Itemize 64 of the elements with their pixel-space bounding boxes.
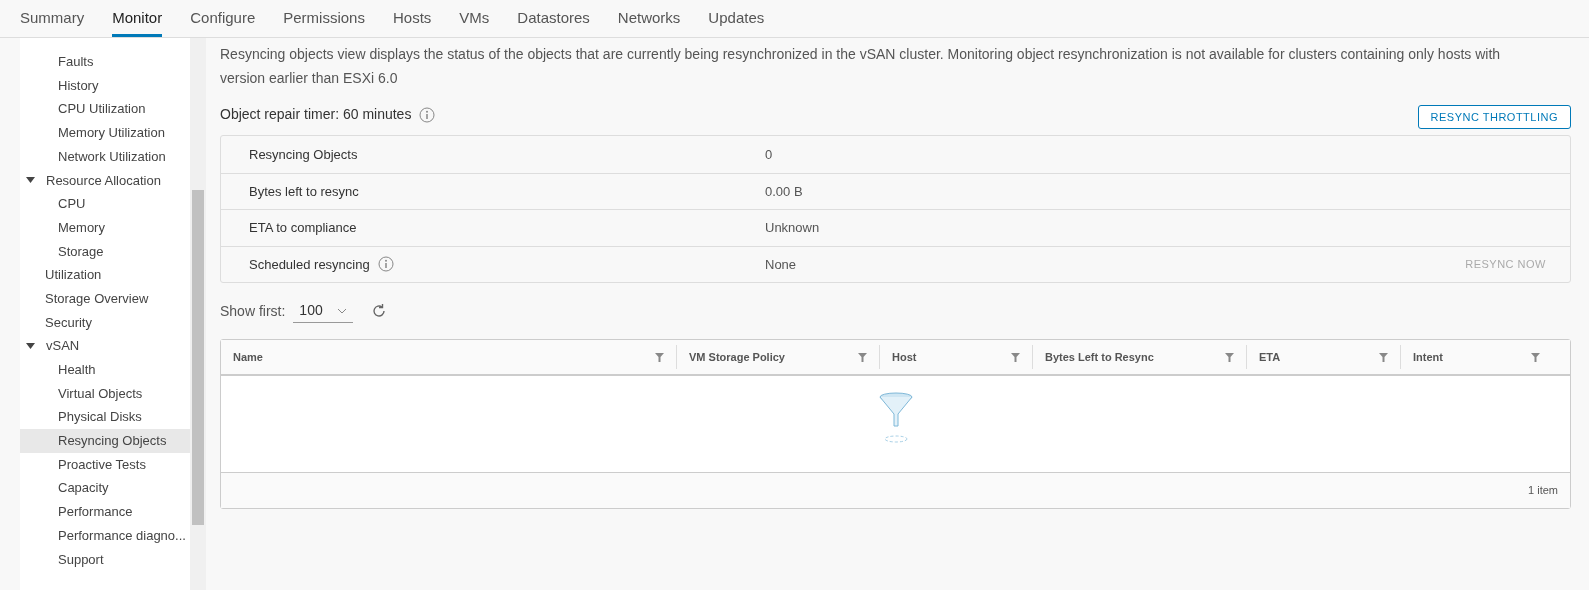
sidebar-item[interactable]: Virtual Objects [20, 381, 190, 406]
filter-icon[interactable] [1225, 352, 1234, 362]
tab[interactable]: Networks [617, 0, 681, 37]
sidebar-item[interactable]: Proactive Tests [20, 452, 190, 477]
sidebar-item[interactable]: Performance [20, 500, 190, 524]
column-header[interactable]: Intent [1413, 348, 1443, 366]
sidebar-item[interactable]: Memory [20, 215, 190, 240]
repair-timer-label: Object repair timer: 60 minutes [220, 105, 412, 124]
scrollbar[interactable] [190, 38, 206, 590]
sidebar-item[interactable]: CPU Utilization [20, 97, 190, 122]
column-header[interactable]: ETA [1259, 348, 1281, 366]
sidebar-item[interactable]: History [20, 73, 190, 98]
tab[interactable]: Hosts [392, 0, 432, 37]
sidebar-item[interactable]: Health [20, 357, 190, 382]
summary-value: None [765, 255, 798, 274]
sidebar-item[interactable]: Memory Utilization [20, 121, 190, 145]
sidebar-item[interactable]: CPU [20, 192, 190, 216]
summary-label: Scheduled resyncing [249, 255, 370, 274]
tab[interactable]: Summary [20, 0, 85, 37]
sidebar-item[interactable]: Faults [20, 50, 190, 74]
summary-value: 0.00 B [765, 182, 804, 201]
refresh-icon[interactable] [371, 303, 388, 319]
empty-funnel-icon [877, 392, 914, 444]
column-header[interactable]: Host [892, 348, 917, 366]
sidebar-item[interactable]: Network Utilization [20, 144, 190, 169]
summary-label: ETA to compliance [249, 219, 357, 237]
show-first-dropdown[interactable]: 100 [293, 299, 354, 323]
tab[interactable]: VMs [459, 0, 490, 37]
show-first-label: Show first: [220, 301, 286, 321]
filter-icon[interactable] [858, 352, 867, 362]
column-header[interactable]: Name [233, 348, 263, 366]
filter-icon[interactable] [1379, 352, 1388, 362]
sidebar-item[interactable]: Utilization [20, 263, 190, 287]
summary-label: Bytes left to resync [249, 182, 359, 201]
sidebar-item[interactable]: Performance diagno... [20, 523, 190, 548]
tab[interactable]: Permissions [283, 0, 365, 37]
info-icon[interactable] [377, 256, 394, 273]
sidebar-item[interactable]: Security [20, 310, 190, 335]
sidebar-item[interactable]: vSAN [20, 334, 190, 358]
summary-value: 0 [765, 145, 774, 164]
tab[interactable]: Updates [708, 0, 765, 37]
sidebar-item[interactable]: Capacity [20, 476, 190, 501]
sidebar-item[interactable]: Physical Disks [20, 405, 190, 429]
filter-icon[interactable] [655, 352, 664, 362]
sidebar-item[interactable]: Storage [20, 239, 190, 264]
chevron-down-icon[interactable] [336, 307, 347, 314]
tab[interactable]: Configure [190, 0, 256, 37]
column-header[interactable]: VM Storage Policy [689, 348, 785, 366]
column-header[interactable]: Bytes Left to Resync [1045, 348, 1154, 366]
sidebar-item[interactable]: Support [20, 547, 190, 572]
caret-icon[interactable] [26, 177, 35, 184]
sidebar-item[interactable]: Storage Overview [20, 286, 190, 311]
item-count: 1 item [1528, 483, 1558, 499]
summary-label: Resyncing Objects [249, 145, 358, 164]
resync-throttling-button[interactable]: RESYNC THROTTLING [1417, 105, 1571, 129]
tab[interactable]: Datastores [517, 0, 590, 37]
filter-icon[interactable] [1011, 352, 1020, 362]
filter-icon[interactable] [1531, 352, 1540, 362]
summary-value: Unknown [765, 219, 821, 237]
info-icon[interactable] [419, 106, 436, 123]
description-text: Resyncing objects view displays the status of the objects that are currently being resynchronized in the vSAN cluster. Monitoring object resynchronization is not available for clusters containing only hosts with version earlier than ESXi 6.0 [220, 45, 1502, 88]
sidebar-item[interactable]: Resyncing Objects [20, 429, 190, 453]
sidebar-item[interactable]: Resource Allocation [20, 168, 190, 193]
caret-icon[interactable] [26, 343, 35, 350]
